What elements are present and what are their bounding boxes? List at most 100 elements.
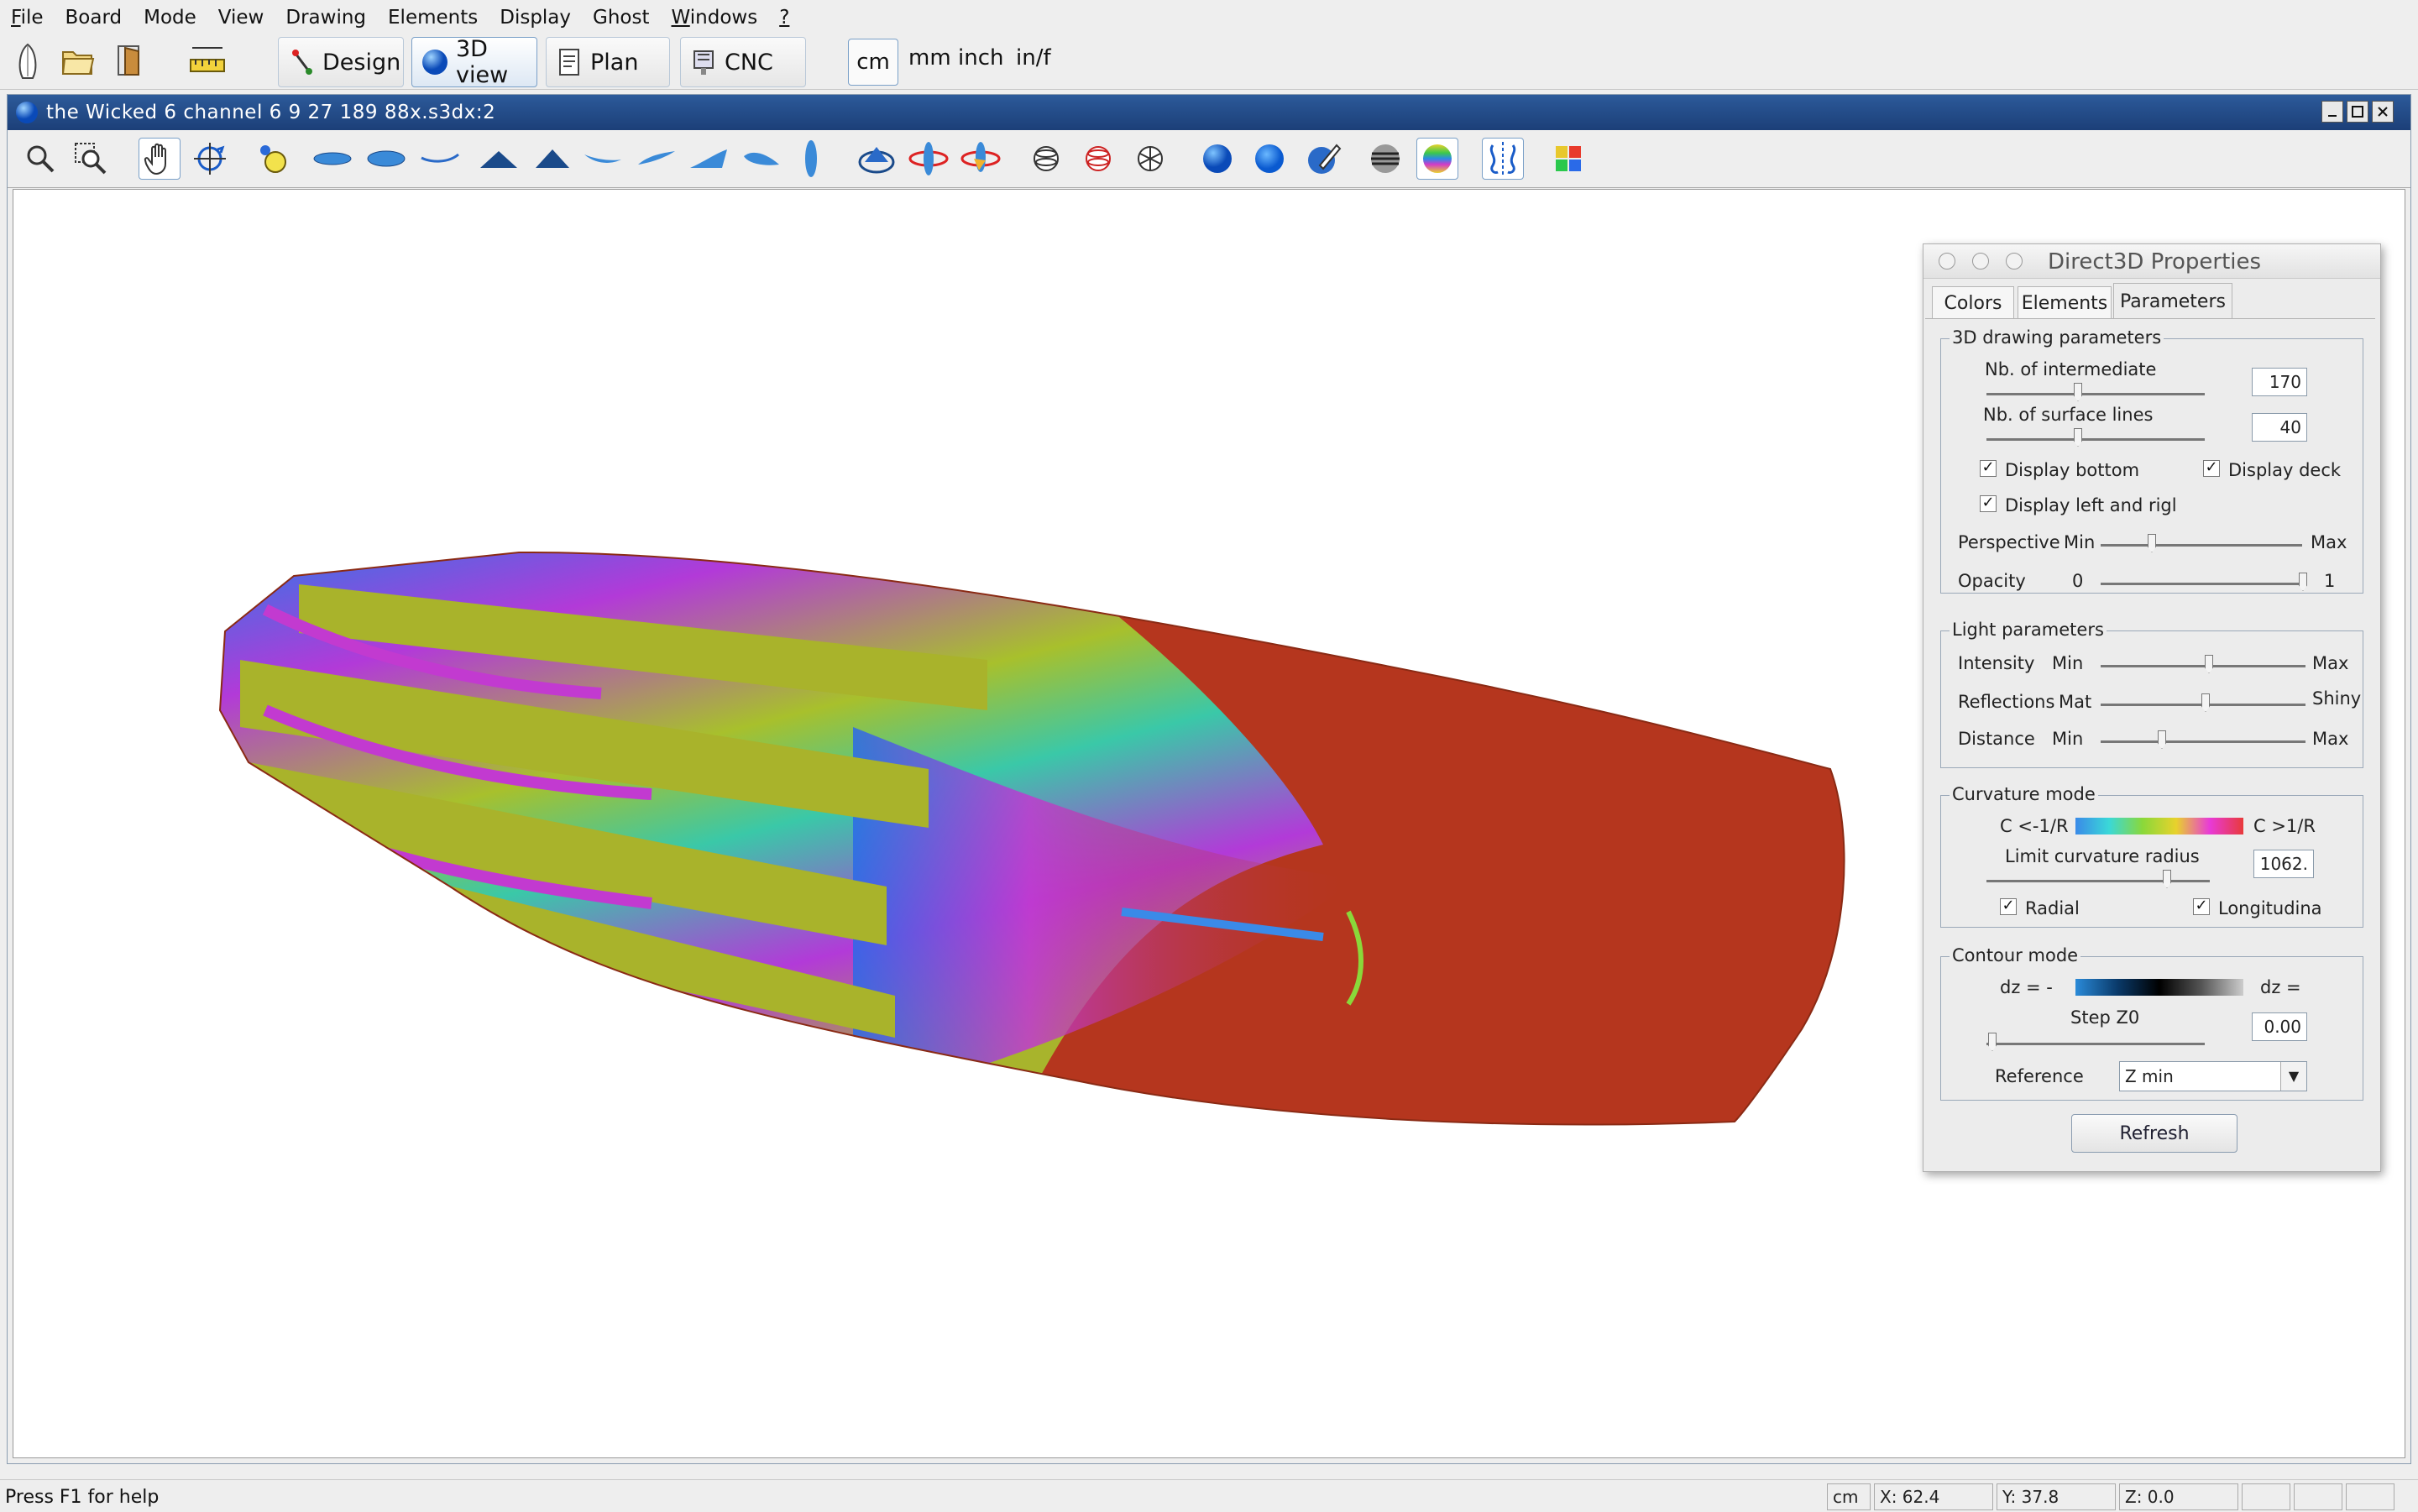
distance-slider[interactable] — [2101, 730, 2305, 749]
top-view-icon[interactable] — [790, 138, 832, 180]
display-deck-checkbox[interactable]: ✓ — [2203, 460, 2220, 477]
menu-view[interactable]: View — [218, 7, 264, 29]
symmetry-icon[interactable] — [1482, 138, 1524, 180]
rotate-up-icon[interactable] — [856, 138, 898, 180]
step-z0-field[interactable]: 0.00 — [2252, 1012, 2307, 1041]
step-z0-slider[interactable] — [1986, 1033, 2205, 1051]
rotate-icon[interactable] — [189, 138, 231, 180]
maximize-button[interactable] — [2347, 101, 2368, 123]
slider-knob[interactable] — [2201, 693, 2210, 712]
minimize-button[interactable] — [2321, 101, 2343, 123]
new-board-icon[interactable] — [8, 42, 47, 81]
red-wireframe-icon[interactable] — [1077, 138, 1119, 180]
light-icon[interactable] — [253, 138, 295, 180]
cnc-mode-button[interactable]: CNC — [680, 37, 806, 87]
nose-view-icon[interactable] — [478, 138, 520, 180]
deck-view-icon[interactable] — [365, 138, 407, 180]
tab-parameters[interactable]: Parameters — [2113, 283, 2232, 319]
display-bottom-label: Display bottom — [2005, 460, 2140, 480]
intermediate-field[interactable]: 170 — [2252, 368, 2307, 396]
save-icon[interactable] — [111, 42, 149, 81]
reflections-slider[interactable] — [2101, 693, 2305, 712]
menu-elements[interactable]: Elements — [388, 7, 478, 29]
surface-lines-slider[interactable] — [1986, 428, 2205, 447]
design-mode-button[interactable]: Design — [278, 37, 404, 87]
slider-knob[interactable] — [2074, 428, 2082, 447]
reference-select[interactable]: Z min ▼ — [2119, 1061, 2307, 1091]
contour-mode-group: Contour mode dz = - dz = Step Z0 0.00 Re… — [1940, 945, 2363, 1101]
unit-in-f[interactable]: in/f — [1016, 45, 1051, 71]
opacity-min-label: 0 — [2072, 571, 2084, 591]
display-left-right-checkbox[interactable]: ✓ — [1980, 495, 1997, 512]
curvature-sphere-icon[interactable] — [1416, 138, 1458, 180]
slider-knob[interactable] — [2205, 655, 2213, 673]
unit-cm[interactable]: cm — [848, 39, 898, 86]
unit-inch[interactable]: inch — [958, 45, 1003, 71]
3d-view-mode-button[interactable]: 3D view — [411, 36, 537, 88]
step-z0-label: Step Z0 — [2070, 1007, 2140, 1028]
color-grid-icon[interactable] — [1547, 138, 1589, 180]
edit-sphere-icon[interactable] — [1302, 138, 1344, 180]
status-cell — [2242, 1483, 2290, 1510]
menu-drawing[interactable]: Drawing — [285, 7, 366, 29]
menu-ghost[interactable]: Ghost — [593, 7, 649, 29]
menu-file[interactable]: File — [11, 7, 44, 29]
perspective-slider[interactable] — [2101, 534, 2302, 552]
rotate-axis-icon[interactable] — [908, 138, 950, 180]
design-icon — [287, 48, 316, 76]
smooth-sphere-icon[interactable] — [1248, 138, 1290, 180]
right-side-icon[interactable] — [636, 138, 678, 180]
panel-minimize-button[interactable] — [1972, 253, 1989, 269]
intensity-slider[interactable] — [2101, 655, 2305, 673]
wireframe-icon[interactable] — [1025, 138, 1067, 180]
menu-bar: File Board Mode View Drawing Elements Di… — [0, 0, 2418, 35]
menu-board[interactable]: Board — [65, 7, 123, 29]
slider-knob[interactable] — [1988, 1033, 1997, 1051]
shaded-sphere-icon[interactable] — [1196, 138, 1238, 180]
slider-knob[interactable] — [2148, 534, 2156, 552]
mesh-icon[interactable] — [1129, 138, 1171, 180]
menu-help[interactable]: ? — [779, 7, 789, 29]
slider-knob[interactable] — [2299, 573, 2307, 591]
curvature-mode-group: Curvature mode C <-1/R C >1/R Limit curv… — [1940, 784, 2363, 928]
unit-mm[interactable]: mm — [908, 45, 951, 71]
tail-view-icon[interactable] — [531, 138, 573, 180]
tab-elements[interactable]: Elements — [2018, 286, 2112, 319]
close-button[interactable] — [2372, 101, 2394, 123]
slider-knob[interactable] — [2074, 383, 2082, 401]
status-bar: Press F1 for help cm X: 62.4 Y: 37.8 Z: … — [0, 1479, 2418, 1512]
side-view-icon[interactable] — [419, 138, 461, 180]
zoom-box-icon[interactable] — [70, 138, 112, 180]
intermediate-slider[interactable] — [1986, 383, 2205, 401]
rotate-free-icon[interactable] — [960, 138, 1002, 180]
limit-curvature-label: Limit curvature radius — [2005, 846, 2200, 866]
left-side-icon[interactable] — [582, 138, 624, 180]
limit-curvature-slider[interactable] — [1986, 870, 2210, 888]
tab-colors[interactable]: Colors — [1932, 286, 2014, 319]
opacity-slider[interactable] — [2101, 573, 2307, 591]
plan-mode-button[interactable]: Plan — [546, 37, 670, 87]
surface-lines-field[interactable]: 40 — [2252, 413, 2307, 442]
pan-hand-icon[interactable] — [139, 138, 181, 180]
three-quarter-icon[interactable] — [688, 138, 730, 180]
display-bottom-checkbox[interactable]: ✓ — [1980, 460, 1997, 477]
menu-display[interactable]: Display — [500, 7, 571, 29]
panel-close-button[interactable] — [1939, 253, 1955, 269]
refresh-button[interactable]: Refresh — [2071, 1114, 2237, 1153]
limit-curvature-field[interactable]: 1062. — [2253, 850, 2314, 878]
open-folder-icon[interactable] — [59, 42, 97, 81]
menu-mode[interactable]: Mode — [144, 7, 196, 29]
measure-icon[interactable] — [188, 42, 227, 81]
longitudinal-checkbox[interactable]: ✓ — [2193, 898, 2210, 915]
panel-maximize-button[interactable] — [2006, 253, 2023, 269]
slider-knob[interactable] — [2163, 870, 2171, 888]
radial-checkbox[interactable]: ✓ — [2000, 898, 2017, 915]
panel-title-bar[interactable]: Direct3D Properties — [1923, 244, 2380, 279]
frame-title-bar[interactable]: the Wicked 6 channel 6 9 27 189 88x.s3dx… — [8, 95, 2410, 130]
iso-view-icon[interactable] — [740, 138, 782, 180]
zebra-sphere-icon[interactable] — [1364, 138, 1406, 180]
bottom-view-icon[interactable] — [311, 138, 353, 180]
menu-windows[interactable]: Windows — [672, 7, 758, 29]
zoom-icon[interactable] — [19, 138, 61, 180]
slider-knob[interactable] — [2158, 730, 2166, 749]
